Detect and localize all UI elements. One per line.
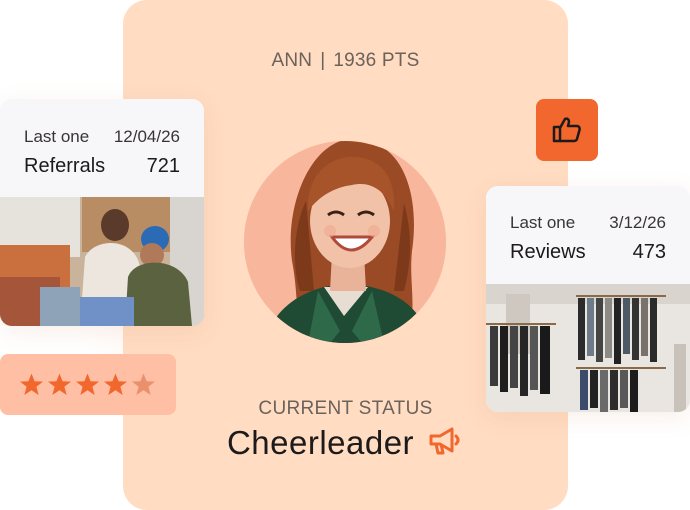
referrals-photo xyxy=(0,197,204,326)
star-filled-icon xyxy=(76,373,99,395)
status-value: Cheerleader xyxy=(226,424,415,461)
thumbs-up-icon xyxy=(552,117,581,143)
referrals-last-date: 12/04/26 xyxy=(113,127,180,146)
user-header: ANN | 1936 PTS xyxy=(123,50,568,72)
referrals-metric: Referrals xyxy=(24,155,106,177)
referrals-card: Last one 12/04/26 Referrals 721 xyxy=(0,99,204,326)
user-name: ANN xyxy=(271,50,313,71)
avatar-portrait xyxy=(244,141,446,343)
star-filled-icon xyxy=(104,373,127,395)
status-row: Cheerleader xyxy=(123,424,568,462)
star-rating xyxy=(0,354,176,415)
reviews-count: 473 xyxy=(632,241,666,263)
like-button[interactable] xyxy=(536,99,598,161)
star-filled-icon xyxy=(48,373,71,395)
reviews-last-date: 3/12/26 xyxy=(609,213,666,232)
user-separator: | xyxy=(320,50,326,71)
avatar xyxy=(244,141,446,343)
referrals-last-label: Last one xyxy=(24,127,90,146)
star-empty-icon xyxy=(132,373,155,395)
megaphone-icon xyxy=(428,426,464,461)
reviews-last-label: Last one xyxy=(510,213,576,232)
user-points: 1936 PTS xyxy=(333,50,420,71)
reviews-card-header: Last one 3/12/26 Reviews 473 xyxy=(486,186,690,284)
referrals-count: 721 xyxy=(146,155,180,177)
reviews-metric: Reviews xyxy=(510,241,586,263)
reviews-card: Last one 3/12/26 Reviews 473 xyxy=(486,186,690,412)
star-filled-icon xyxy=(20,373,43,395)
referrals-card-header: Last one 12/04/26 Referrals 721 xyxy=(0,99,204,197)
reviews-photo xyxy=(486,284,690,412)
